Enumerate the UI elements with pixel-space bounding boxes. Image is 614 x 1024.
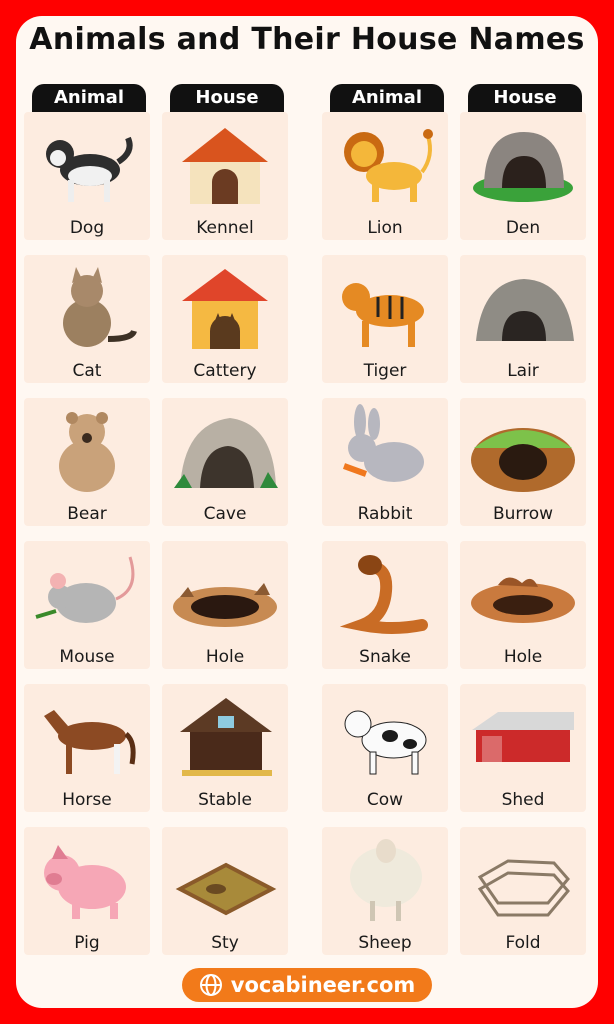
kennel-illustration (182, 128, 268, 204)
house-card-burrow: Burrow (460, 398, 586, 526)
animal-card-sheep: Sheep (322, 827, 448, 955)
animal-label: Snake (359, 647, 411, 667)
animal-card-snake: Snake (322, 541, 448, 669)
house-card-hole: Hole (162, 541, 288, 669)
house-card-fold: Fold (460, 827, 586, 955)
animal-card-cat: Cat (24, 255, 150, 383)
animal-label: Mouse (59, 647, 115, 667)
house-label: Burrow (492, 504, 554, 524)
sheep-illustration (350, 839, 422, 921)
hole-illustration (173, 583, 277, 627)
house-label: Sty (211, 933, 239, 953)
header-house-2: House (468, 84, 582, 112)
sty-illustration (175, 862, 277, 916)
animal-label: Sheep (358, 933, 412, 953)
animal-card-cow: Cow (322, 684, 448, 812)
website-url: vocabineer.com (230, 973, 416, 997)
header-animal-2: Animal (330, 84, 444, 112)
house-card-hole: Hole (460, 541, 586, 669)
bear-illustration (59, 412, 115, 492)
horse-illustration (44, 710, 136, 774)
animal-label: Pig (74, 933, 100, 953)
animal-card-mouse: Mouse (24, 541, 150, 669)
animal-label: Rabbit (357, 504, 413, 524)
animal-label: Horse (62, 790, 112, 810)
house-card-den: Den (460, 112, 586, 240)
page-title: Animals and Their House Names (29, 22, 585, 57)
house-card-stable: Stable (162, 684, 288, 812)
house-label: Hole (205, 647, 245, 667)
mouse-illustration (35, 556, 135, 623)
animal-card-pig: Pig (24, 827, 150, 955)
house-label: Lair (507, 361, 539, 381)
fold-illustration (477, 859, 570, 917)
shed-illustration (472, 712, 574, 762)
den-illustration (473, 132, 573, 202)
house-label: Fold (505, 933, 541, 953)
animal-label: Cat (72, 361, 102, 381)
header-house-1: House (170, 84, 284, 112)
house-label: Hole (503, 647, 543, 667)
animal-card-horse: Horse (24, 684, 150, 812)
cow-illustration (344, 710, 427, 775)
cattery-illustration (182, 269, 268, 349)
house-label: Stable (198, 790, 252, 810)
animal-card-tiger: Tiger (322, 255, 448, 383)
animal-label: Dog (69, 218, 105, 238)
house-label: Cave (203, 504, 247, 524)
website-badge[interactable]: vocabineer.com (182, 968, 432, 1002)
animal-label: Lion (367, 218, 403, 238)
house-card-cave: Cave (162, 398, 288, 526)
animal-label: Bear (67, 504, 107, 524)
animal-card-bear: Bear (24, 398, 150, 526)
rabbit-illustration (342, 404, 424, 482)
house-card-shed: Shed (460, 684, 586, 812)
animal-label: Cow (366, 790, 404, 810)
cat-illustration (63, 267, 137, 347)
house-card-cattery: Cattery (162, 255, 288, 383)
stable-illustration (180, 698, 272, 776)
house-label: Cattery (193, 361, 257, 381)
house-label: Kennel (196, 218, 254, 238)
hole-illustration (471, 577, 575, 623)
lion-illustration (344, 129, 433, 202)
tiger-illustration (342, 283, 424, 347)
globe-icon (199, 974, 222, 996)
animal-label: Tiger (363, 361, 407, 381)
pig-illustration (44, 845, 126, 919)
house-label: Den (505, 218, 541, 238)
dog-illustration (46, 136, 133, 202)
house-label: Shed (501, 790, 545, 810)
house-card-kennel: Kennel (162, 112, 288, 240)
animal-card-dog: Dog (24, 112, 150, 240)
burrow-illustration (471, 428, 575, 492)
snake-illustration (339, 555, 428, 634)
house-card-lair: Lair (460, 255, 586, 383)
animal-card-rabbit: Rabbit (322, 398, 448, 526)
house-card-sty: Sty (162, 827, 288, 955)
animal-card-lion: Lion (322, 112, 448, 240)
lair-illustration (476, 279, 574, 341)
cave-illustration (174, 418, 278, 488)
header-animal-1: Animal (32, 84, 146, 112)
